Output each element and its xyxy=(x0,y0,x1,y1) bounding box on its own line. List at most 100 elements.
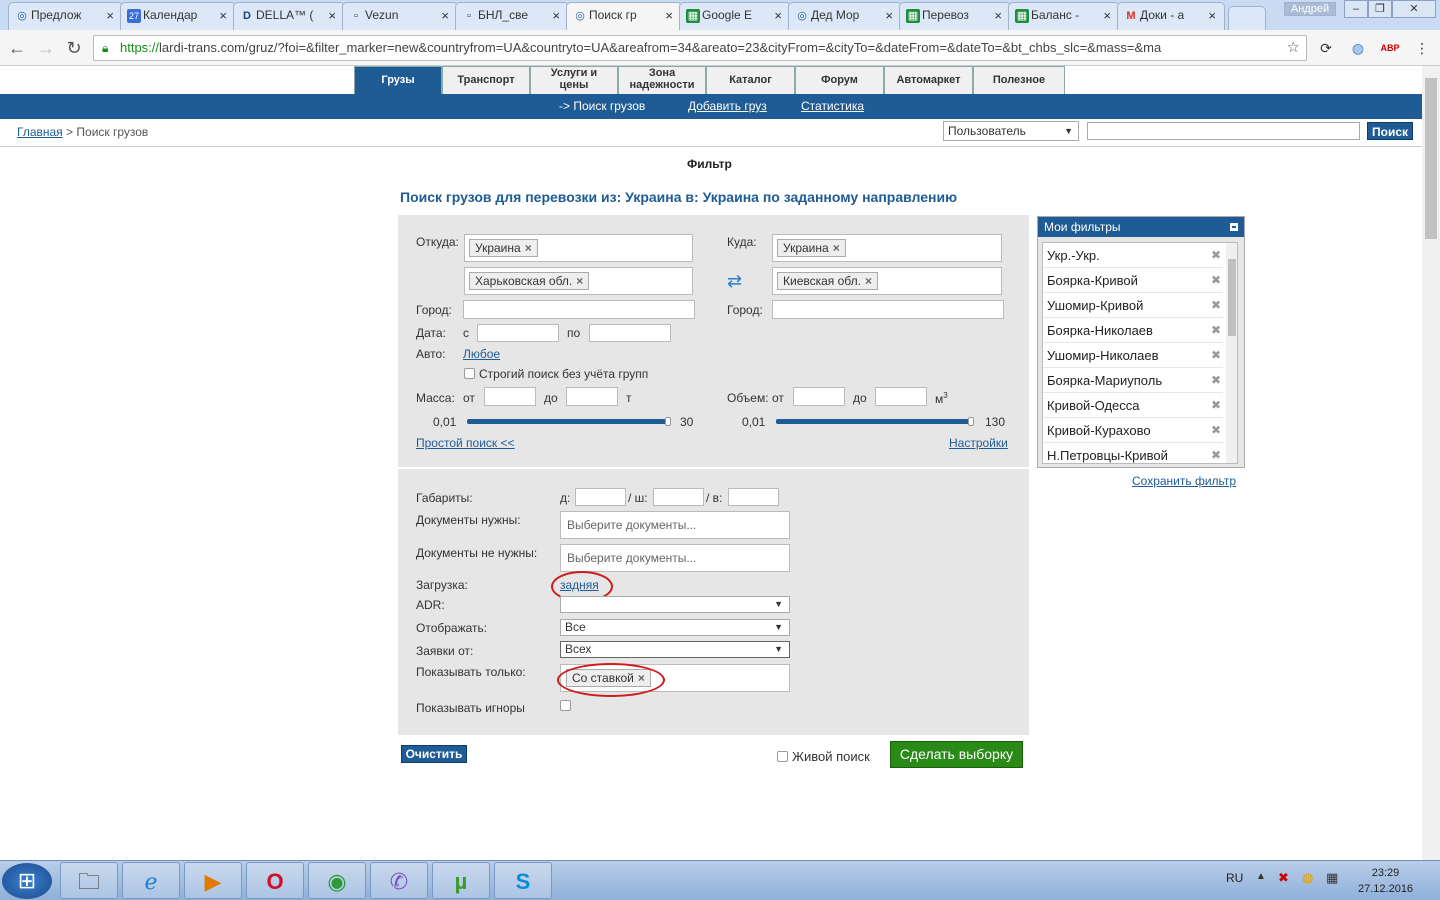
nav-forum[interactable]: Форум xyxy=(795,66,884,94)
mass-slider-handle[interactable] xyxy=(665,417,671,426)
skype-icon[interactable]: S xyxy=(494,862,552,899)
delete-icon[interactable]: ✖ xyxy=(1211,368,1221,393)
chrome-icon[interactable]: ◉ xyxy=(308,862,366,899)
mass-to-input[interactable] xyxy=(566,387,618,406)
nav-automarket[interactable]: Автомаркет xyxy=(884,66,973,94)
tab-8[interactable]: ◎ Дед Мор × xyxy=(788,2,902,30)
delete-icon[interactable]: ✖ xyxy=(1211,343,1221,368)
simple-search-link[interactable]: Простой поиск << xyxy=(416,436,515,450)
delete-icon[interactable]: ✖ xyxy=(1211,293,1221,318)
tab-3[interactable]: D DELLA™ (× xyxy=(233,2,345,30)
saved-filter-item[interactable]: Боярка-Николаев ✖ xyxy=(1043,318,1223,343)
new-tab-button[interactable] xyxy=(1228,6,1266,30)
tab-2[interactable]: 27 Календар × xyxy=(120,2,236,30)
breadcrumb-home-link[interactable]: Главная xyxy=(17,125,63,139)
requests-from-select[interactable]: Всех ▼ xyxy=(560,641,790,658)
opera-icon[interactable]: O xyxy=(246,862,304,899)
network-icon[interactable]: ▦ xyxy=(1326,870,1338,886)
extension-globe-icon[interactable]: ◍ xyxy=(1348,38,1368,58)
close-icon[interactable]: × xyxy=(441,8,449,23)
remove-chip-icon[interactable]: × xyxy=(833,241,840,255)
saved-filter-item[interactable]: Н.Петровцы-Кривой ✖ xyxy=(1043,443,1223,463)
settings-link[interactable]: Настройки xyxy=(949,436,1008,450)
saved-filter-item[interactable]: Кривой-Одесса ✖ xyxy=(1043,393,1223,418)
strict-search-checkbox[interactable] xyxy=(464,368,475,379)
tab-9[interactable]: ▦ Перевоз × xyxy=(899,2,1011,30)
clear-button[interactable]: Очистить xyxy=(401,745,467,763)
page-scrollbar[interactable] xyxy=(1422,66,1440,860)
explorer-icon[interactable]: 🗀︎ xyxy=(60,862,118,899)
saved-filter-item[interactable]: Ушомир-Николаев ✖ xyxy=(1043,343,1223,368)
from-country-field[interactable]: Украина × xyxy=(464,234,693,262)
remove-chip-icon[interactable]: × xyxy=(525,241,532,255)
forward-icon[interactable]: → xyxy=(35,37,57,59)
tab-1[interactable]: ◎ Предлож × xyxy=(8,2,123,30)
mass-slider[interactable] xyxy=(467,419,667,424)
date-from-input[interactable] xyxy=(477,324,559,342)
dim-height-input[interactable] xyxy=(728,488,779,506)
tab-5[interactable]: ▫ БНЛ_све × xyxy=(455,2,569,30)
tray-expand-icon[interactable]: ▲ xyxy=(1256,871,1266,882)
volume-slider[interactable] xyxy=(776,419,970,424)
site-search-button[interactable]: Поиск xyxy=(1367,122,1413,140)
close-icon[interactable]: × xyxy=(219,8,227,23)
collapse-icon[interactable] xyxy=(1229,222,1239,232)
auto-type-link[interactable]: Любое xyxy=(463,347,500,361)
close-icon[interactable]: × xyxy=(328,8,336,23)
tray-app-icon[interactable]: ◍ xyxy=(1302,870,1313,886)
close-icon[interactable]: × xyxy=(1103,8,1111,23)
back-icon[interactable]: ← xyxy=(6,37,28,59)
internet-explorer-icon[interactable]: ℯ xyxy=(122,862,180,899)
docs-needed-input[interactable]: Выберите документы... xyxy=(560,511,790,539)
adr-select[interactable]: ▼ xyxy=(560,596,790,613)
nav-catalog[interactable]: Каталог xyxy=(706,66,795,94)
delete-icon[interactable]: ✖ xyxy=(1211,318,1221,343)
from-city-input[interactable] xyxy=(463,300,695,319)
display-select[interactable]: Все ▼ xyxy=(560,619,790,636)
viber-icon[interactable]: ✆ xyxy=(370,862,428,899)
volume-to-input[interactable] xyxy=(875,387,927,406)
delete-icon[interactable]: ✖ xyxy=(1211,243,1221,268)
saved-filter-item[interactable]: Боярка-Кривой ✖ xyxy=(1043,268,1223,293)
close-icon[interactable]: × xyxy=(665,8,673,23)
date-to-input[interactable] xyxy=(589,324,671,342)
close-icon[interactable]: × xyxy=(994,8,1002,23)
start-button[interactable]: ⊞ xyxy=(2,863,52,899)
statistics-link[interactable]: Статистика xyxy=(801,99,864,113)
dim-length-input[interactable] xyxy=(575,488,626,506)
menu-icon[interactable]: ⋮ xyxy=(1412,38,1432,58)
nav-services[interactable]: Услуги и цены xyxy=(530,66,618,94)
nav-cargo[interactable]: Грузы xyxy=(354,66,442,94)
bookmark-star-icon[interactable]: ☆ xyxy=(1287,36,1300,60)
volume-slider-handle[interactable] xyxy=(968,417,974,426)
dim-width-input[interactable] xyxy=(653,488,704,506)
close-icon[interactable]: × xyxy=(774,8,782,23)
swap-direction-icon[interactable]: ⇄ xyxy=(727,271,742,292)
profile-name[interactable]: Андрей xyxy=(1284,2,1336,16)
close-icon[interactable]: × xyxy=(106,8,114,23)
tab-6[interactable]: ◎ Поиск гр × xyxy=(566,2,682,30)
site-search-input[interactable] xyxy=(1087,122,1360,140)
saved-filter-item[interactable]: Кривой-Курахово ✖ xyxy=(1043,418,1223,443)
nav-useful[interactable]: Полезное xyxy=(973,66,1065,94)
media-player-icon[interactable]: ▶ xyxy=(184,862,242,899)
tab-11[interactable]: M Доки - а × xyxy=(1117,2,1225,30)
add-cargo-link[interactable]: Добавить груз xyxy=(688,99,767,113)
from-region-field[interactable]: Харьковская обл. × xyxy=(464,267,693,295)
to-region-field[interactable]: Киевская обл. × xyxy=(772,267,1002,295)
to-city-input[interactable] xyxy=(772,300,1004,319)
tray-app-icon[interactable]: ✖ xyxy=(1278,870,1289,886)
system-clock[interactable]: 23:29 27.12.2016 xyxy=(1358,865,1413,897)
saved-filter-item[interactable]: Укр.-Укр. ✖ xyxy=(1043,243,1223,268)
extension-sync-icon[interactable]: ⟳ xyxy=(1316,38,1336,58)
close-icon[interactable]: × xyxy=(885,8,893,23)
close-icon[interactable]: × xyxy=(1208,8,1216,23)
delete-icon[interactable]: ✖ xyxy=(1211,268,1221,293)
delete-icon[interactable]: ✖ xyxy=(1211,418,1221,443)
remove-chip-icon[interactable]: × xyxy=(576,274,583,288)
minimize-icon[interactable]: – xyxy=(1344,0,1368,18)
mass-from-input[interactable] xyxy=(484,387,536,406)
close-icon[interactable]: × xyxy=(552,8,560,23)
submit-search-button[interactable]: Сделать выборку xyxy=(890,741,1023,768)
tab-4[interactable]: ▫ Vezun × xyxy=(342,2,458,30)
